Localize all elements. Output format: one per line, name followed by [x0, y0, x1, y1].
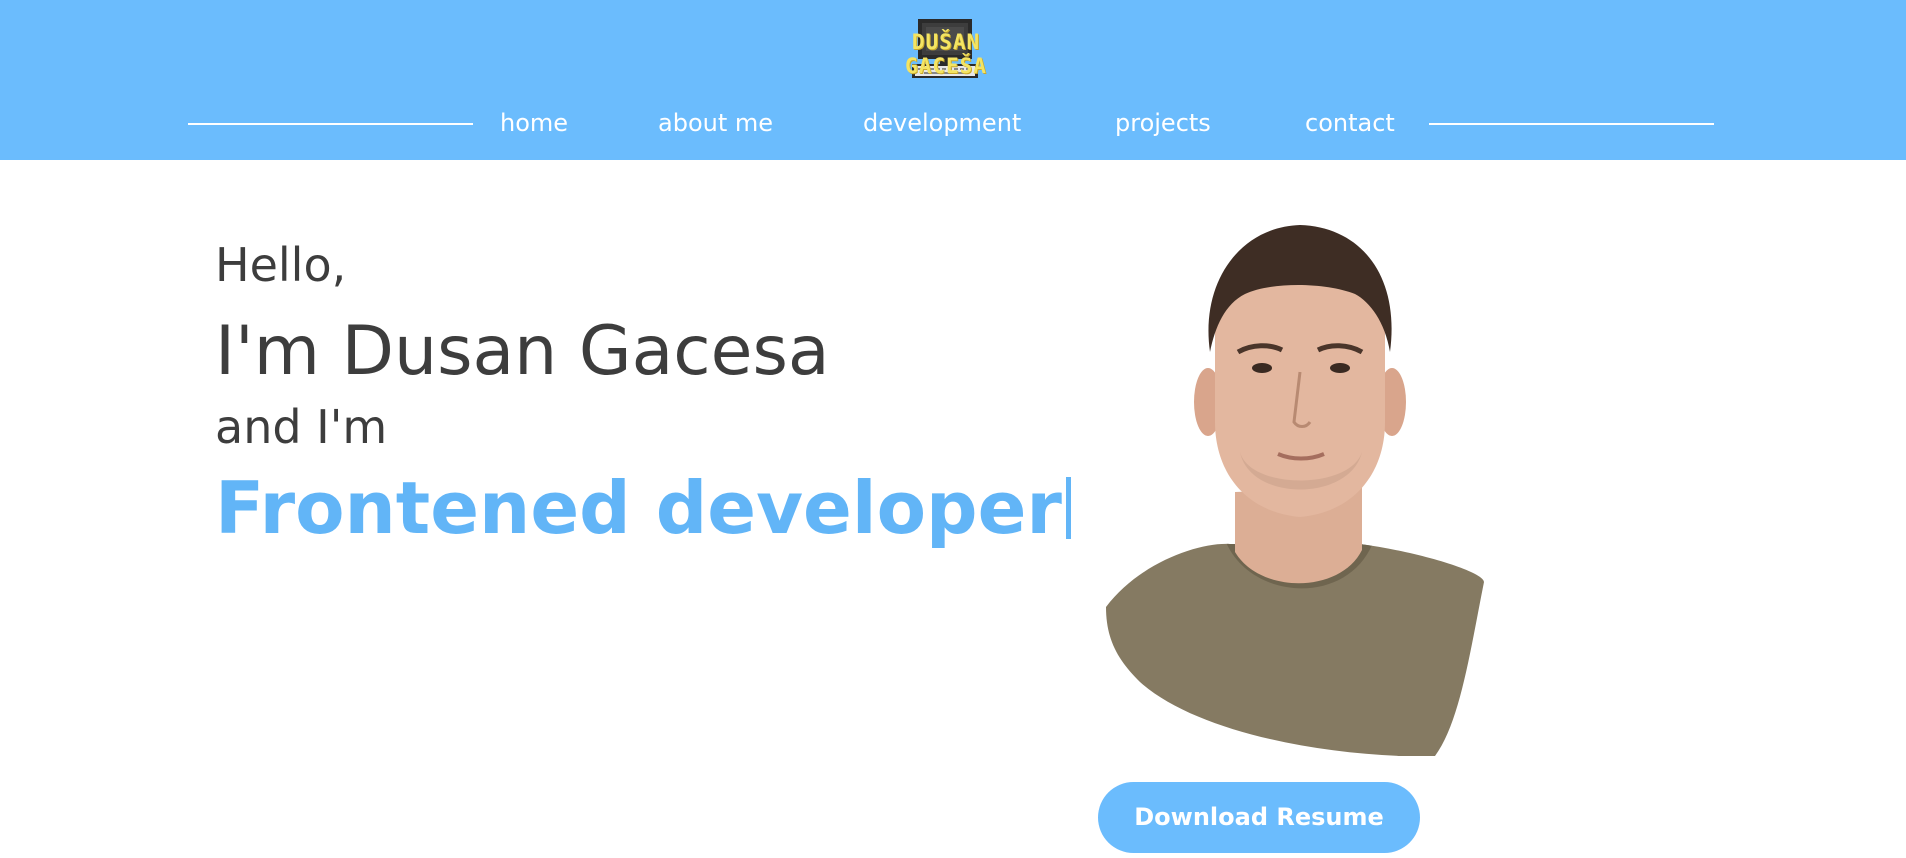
nav-divider-left — [188, 123, 473, 125]
typing-cursor — [1065, 477, 1071, 539]
hero-hello: Hello, — [215, 238, 347, 292]
nav-projects[interactable]: projects — [1115, 109, 1211, 137]
nav-divider-right — [1429, 123, 1714, 125]
hero-role-text: Frontened developer — [215, 466, 1062, 550]
logo-text: DUŠAN GACEŠA — [905, 30, 987, 78]
site-header: DUŠAN GACEŠA home about me development p… — [0, 0, 1906, 160]
nav-home[interactable]: home — [500, 109, 568, 137]
nav-about-me[interactable]: about me — [658, 109, 773, 137]
nav-contact[interactable]: contact — [1305, 109, 1395, 137]
hero-name: I'm Dusan Gacesa — [215, 312, 830, 391]
portrait-image — [1106, 225, 1484, 756]
hero-and: and I'm — [215, 400, 388, 454]
site-logo[interactable]: DUŠAN GACEŠA — [866, 18, 1026, 82]
profile-photo — [1100, 222, 1484, 756]
download-resume-button[interactable]: Download Resume — [1098, 782, 1420, 853]
nav-development[interactable]: development — [863, 109, 1021, 137]
hero-role: Frontened developer — [215, 466, 1071, 550]
